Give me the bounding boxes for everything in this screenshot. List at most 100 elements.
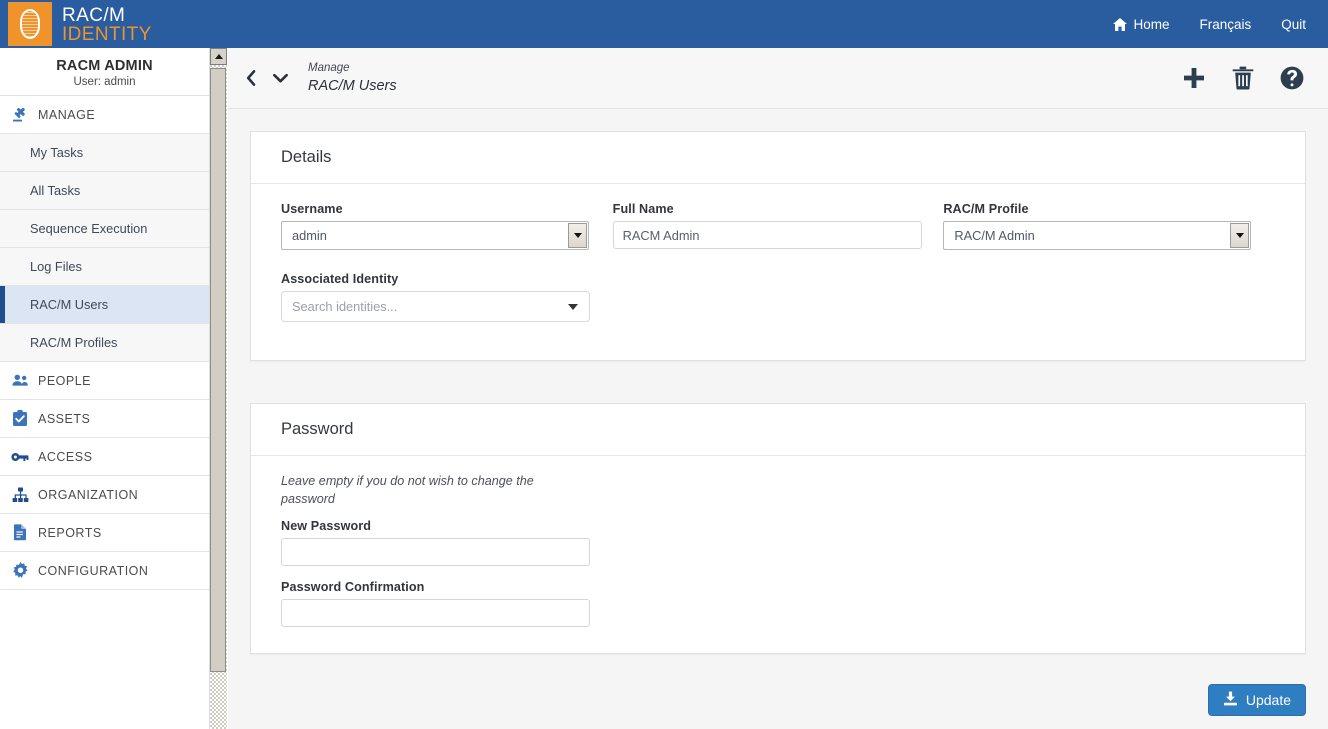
- footer-actions: Update: [228, 671, 1328, 729]
- gear-icon: [9, 561, 31, 581]
- nav-francais-label: Français: [1199, 16, 1252, 32]
- sidebar-item-log-files-label: Log Files: [30, 259, 82, 274]
- sidebar-section-manage-label: MANAGE: [38, 107, 96, 122]
- main-content: Manage RAC/M Users Details Username admi…: [228, 48, 1328, 729]
- password-confirmation-label: Password Confirmation: [281, 579, 425, 594]
- details-card-title: Details: [281, 148, 332, 166]
- password-card-body: Leave empty if you do not wish to change…: [251, 456, 1305, 653]
- scrollbar-up-button[interactable]: [210, 48, 227, 65]
- username-label: Username: [281, 202, 343, 216]
- sidebar-section-configuration-label: CONFIGURATION: [38, 563, 149, 578]
- sidebar-item-sequence-execution-label: Sequence Execution: [30, 221, 148, 236]
- content-scroll-area: Details Username admin Full Name RACM Ad…: [228, 109, 1328, 729]
- top-header: RAC/M IDENTITY Home Français Quit: [0, 0, 1328, 48]
- sidebar-section-reports-label: REPORTS: [38, 525, 102, 540]
- breadcrumb-parent[interactable]: Manage: [308, 61, 397, 75]
- sidebar-section-assets-label: ASSETS: [38, 411, 91, 426]
- details-card-body: Username admin Full Name RAC/M Profile: [251, 184, 1305, 360]
- profile-field-group: RAC/M Profile RAC/M Admin: [943, 202, 1275, 250]
- nav-quit[interactable]: Quit: [1281, 17, 1306, 32]
- sidebar-section-manage[interactable]: MANAGE: [0, 96, 209, 134]
- sidebar-item-racm-profiles[interactable]: RAC/M Profiles: [0, 324, 209, 362]
- sidebar-item-racm-profiles-label: RAC/M Profiles: [30, 335, 118, 350]
- help-icon[interactable]: [1280, 66, 1304, 90]
- fingerprint-icon: [20, 9, 40, 39]
- sidebar-item-all-tasks-label: All Tasks: [30, 183, 81, 198]
- details-card: Details Username admin Full Name RACM Ad…: [250, 131, 1306, 361]
- associated-identity-placeholder: Search identities...: [292, 299, 398, 314]
- fullname-field-group: Full Name: [612, 202, 944, 250]
- password-card: Password Leave empty if you do not wish …: [250, 403, 1306, 654]
- scrollbar-thumb[interactable]: [210, 68, 226, 672]
- username-select[interactable]: admin: [281, 221, 589, 250]
- sidebar-item-all-tasks[interactable]: All Tasks: [0, 172, 209, 210]
- sidebar-item-racm-users-label: RAC/M Users: [30, 297, 109, 312]
- chevron-left-icon[interactable]: [242, 68, 258, 88]
- password-card-header: Password: [251, 404, 1305, 456]
- new-password-label: New Password: [281, 518, 372, 533]
- sidebar-section-organization-label: ORGANIZATION: [38, 487, 139, 502]
- sidebar-section-access-label: ACCESS: [38, 449, 93, 464]
- chevron-down-icon[interactable]: [272, 68, 288, 88]
- content-header-tools: [1182, 66, 1304, 90]
- username-field-group: Username admin: [281, 202, 613, 250]
- logo-box: [8, 2, 52, 46]
- document-icon: [9, 523, 31, 543]
- sidebar-section-organization[interactable]: ORGANIZATION: [0, 476, 209, 514]
- sidebar-item-my-tasks[interactable]: My Tasks: [0, 134, 209, 172]
- new-password-field-group: New Password: [281, 519, 1275, 566]
- password-confirmation-input[interactable]: [281, 598, 590, 627]
- nav-quit-label: Quit: [1281, 16, 1306, 32]
- sidebar-item-sequence-execution[interactable]: Sequence Execution: [0, 210, 209, 248]
- nav-home-label: Home: [1133, 16, 1170, 32]
- password-confirmation-field-group: Password Confirmation: [281, 580, 1275, 627]
- top-navigation: Home Français Quit: [1113, 0, 1328, 48]
- fullname-label: Full Name: [612, 202, 674, 216]
- save-download-icon: [1223, 691, 1238, 709]
- sidebar-section-access[interactable]: ACCESS: [0, 438, 209, 476]
- update-button[interactable]: Update: [1207, 684, 1306, 716]
- home-icon: [1113, 17, 1128, 31]
- associated-identity-field-group: Associated Identity Search identities...: [281, 272, 1275, 322]
- sidebar-item-log-files[interactable]: Log Files: [0, 248, 209, 286]
- sitemap-icon: [9, 485, 31, 505]
- delete-icon[interactable]: [1232, 66, 1254, 90]
- chevron-up-icon: [214, 54, 223, 59]
- profile-label: RAC/M Profile: [943, 202, 1029, 216]
- page-title: RAC/M Users: [308, 77, 397, 94]
- sidebar-section-people[interactable]: PEOPLE: [0, 362, 209, 400]
- new-password-input[interactable]: [281, 537, 590, 566]
- gavel-icon: [9, 105, 31, 125]
- sidebar-user-login: User: admin: [73, 76, 136, 88]
- nav-home[interactable]: Home: [1113, 17, 1169, 32]
- sidebar-section-reports[interactable]: REPORTS: [0, 514, 209, 552]
- sidebar-section-assets[interactable]: ASSETS: [0, 400, 209, 438]
- chevron-down-icon[interactable]: [568, 223, 587, 248]
- associated-identity-search-select[interactable]: Search identities...: [281, 291, 590, 322]
- brand-logo[interactable]: RAC/M IDENTITY: [0, 0, 152, 48]
- chevron-down-icon[interactable]: [1230, 223, 1250, 248]
- brand-line-1: RAC/M: [62, 5, 126, 26]
- breadcrumb: Manage RAC/M Users: [308, 61, 397, 95]
- fullname-input[interactable]: [612, 221, 922, 249]
- add-icon[interactable]: [1182, 66, 1206, 90]
- chevron-down-icon: [568, 303, 578, 310]
- username-select-value: admin: [292, 228, 327, 243]
- details-card-header: Details: [251, 132, 1305, 184]
- password-hint: Leave empty if you do not wish to change…: [281, 474, 534, 507]
- sidebar-scrollbar[interactable]: [210, 48, 227, 729]
- profile-select-value: RAC/M Admin: [954, 228, 1035, 243]
- details-field-row-1: Username admin Full Name RAC/M Profile: [281, 202, 1275, 264]
- clipboard-check-icon: [9, 409, 31, 429]
- sidebar-user-block: RACM ADMIN User: admin: [0, 48, 209, 96]
- profile-select[interactable]: RAC/M Admin: [943, 221, 1252, 250]
- sidebar-item-racm-users[interactable]: RAC/M Users: [0, 286, 209, 324]
- breadcrumb-nav: [242, 68, 288, 88]
- update-button-label: Update: [1245, 692, 1291, 708]
- people-icon: [9, 371, 31, 391]
- sidebar: RACM ADMIN User: admin MANAGE My Tasks A…: [0, 48, 210, 729]
- sidebar-user-name: RACM ADMIN: [56, 58, 153, 74]
- sidebar-section-configuration[interactable]: CONFIGURATION: [0, 552, 209, 590]
- nav-francais[interactable]: Français: [1199, 17, 1251, 32]
- associated-identity-label: Associated Identity: [281, 272, 399, 286]
